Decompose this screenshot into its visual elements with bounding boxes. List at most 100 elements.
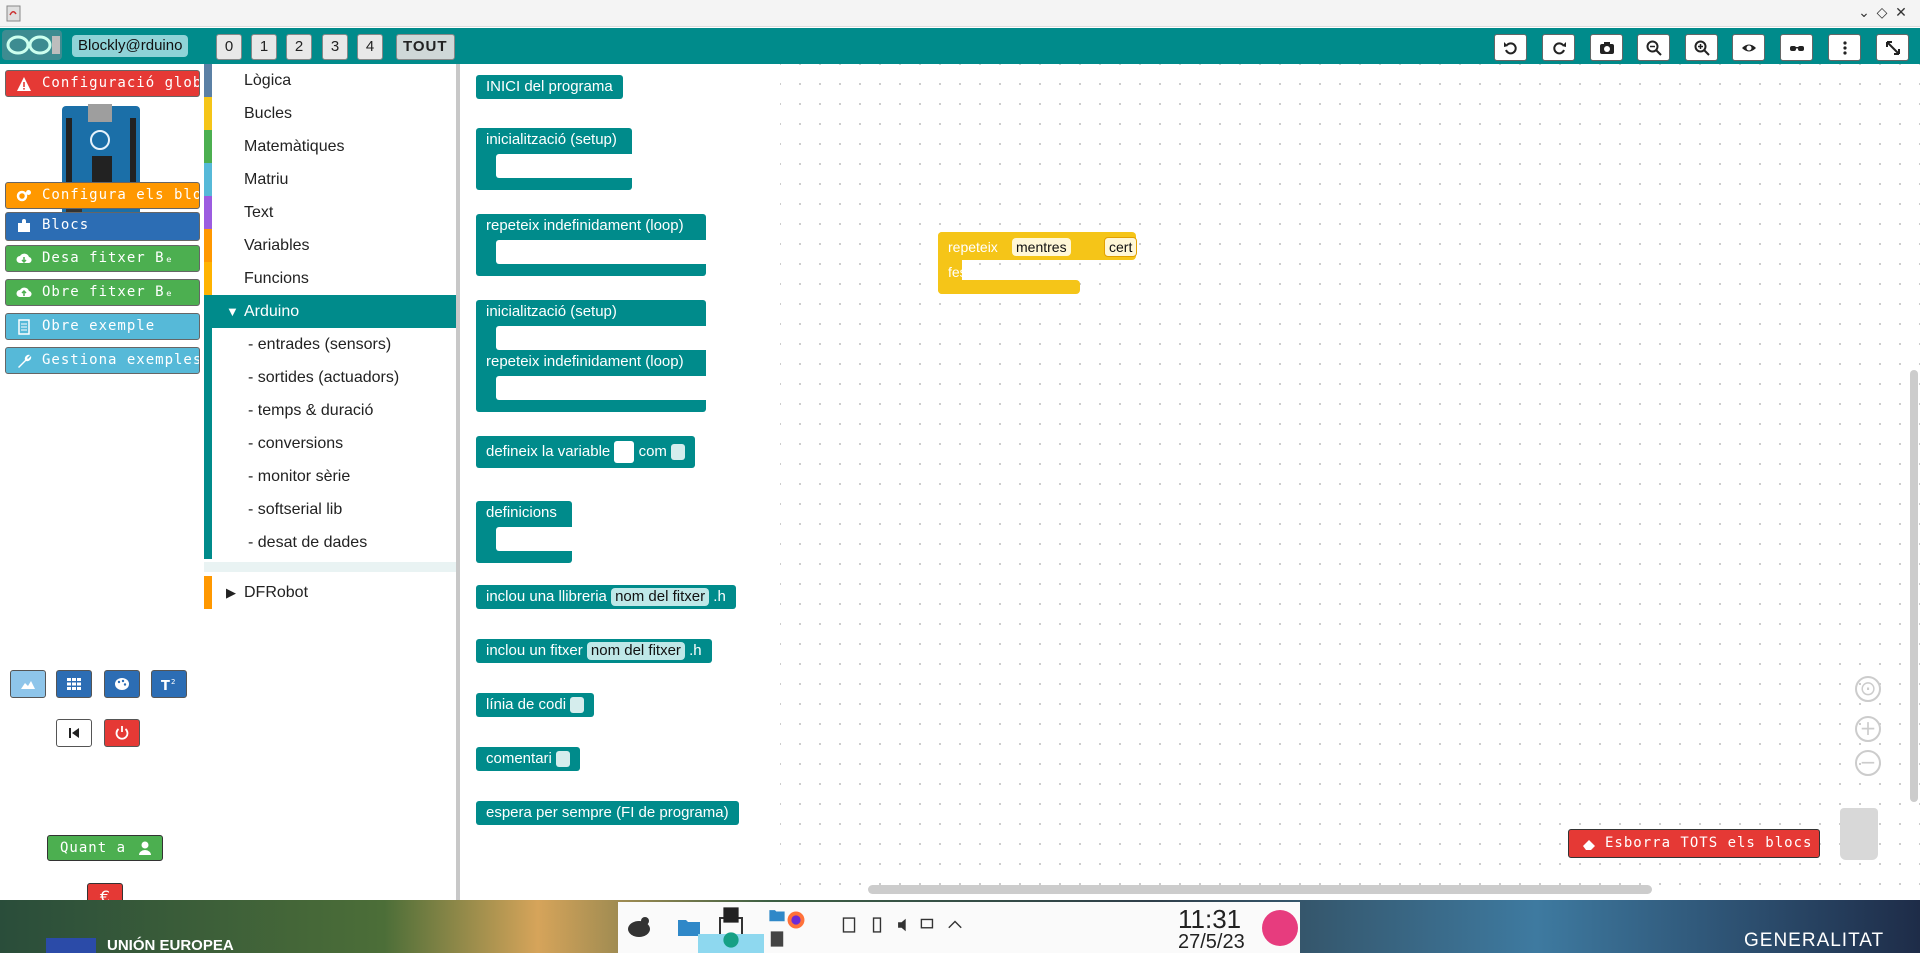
code-socket[interactable]	[570, 697, 585, 714]
main-toolbar: Blockly@rduino 0 1 2 3 4 TOUT	[0, 28, 1920, 64]
category-matriu[interactable]: Matriu	[204, 163, 456, 196]
block-inici-programa[interactable]: INICI del programa	[476, 75, 623, 99]
terminal-icon[interactable]	[722, 906, 740, 924]
library-name-field[interactable]: nom del fitxer	[611, 588, 710, 606]
view-code-button[interactable]	[1780, 34, 1813, 61]
subcategory-entrades[interactable]: - entrades (sensors)	[204, 328, 456, 361]
category-arduino[interactable]: ▼ Arduino	[204, 295, 456, 328]
block-inclou-fitxer[interactable]: inclou un fitxer nom del fitxer .h	[476, 639, 712, 663]
fullscreen-button[interactable]	[1876, 34, 1909, 61]
zoom-out-icon	[1646, 40, 1662, 56]
folder-icon[interactable]	[768, 906, 786, 924]
mode-image-button[interactable]	[10, 670, 46, 698]
block-defineix-variable[interactable]: defineix la variable com	[476, 436, 696, 468]
open-file-button[interactable]: Obre fitxer Bₑ	[5, 279, 200, 306]
variable-socket[interactable]	[614, 441, 635, 464]
open-example-button[interactable]: Obre exemple	[5, 313, 200, 340]
category-text[interactable]: Text	[204, 196, 456, 229]
tab-4[interactable]: 4	[357, 34, 383, 60]
theme-button[interactable]	[104, 670, 140, 698]
expanded-triangle-icon: ▼	[226, 304, 239, 319]
calculator-icon[interactable]	[768, 930, 786, 948]
file-name-field[interactable]: nom del fitxer	[586, 642, 685, 660]
app-logo: Blockly@rduino	[2, 30, 202, 62]
app-title: Blockly@rduino	[72, 35, 189, 57]
save-file-button[interactable]: Desa fitxer Bₑ	[5, 245, 200, 272]
network-icon[interactable]	[920, 916, 938, 934]
screenshot-button[interactable]	[1590, 34, 1623, 61]
chevron-up-icon[interactable]	[946, 916, 964, 934]
user-icon	[139, 841, 151, 855]
subcategory-temps[interactable]: - temps & duració	[204, 394, 456, 427]
usb-icon[interactable]	[868, 916, 886, 934]
redo-button[interactable]	[1542, 34, 1575, 61]
value-socket[interactable]	[671, 444, 686, 461]
condition-true-dropdown[interactable]: cert	[1104, 237, 1138, 257]
close-button[interactable]: ✕	[1890, 3, 1912, 23]
preview-button[interactable]	[1732, 34, 1765, 61]
blocks-button[interactable]: Blocs	[5, 212, 200, 241]
cloud-download-icon	[16, 253, 32, 264]
power-button[interactable]	[104, 719, 140, 747]
zoom-out-button[interactable]	[1637, 34, 1670, 61]
category-matematiques[interactable]: Matemàtiques	[204, 130, 456, 163]
firefox-icon[interactable]	[786, 910, 806, 930]
erase-all-button[interactable]: Esborra TOTS els blocs	[1568, 829, 1820, 858]
about-button[interactable]: Quant a	[47, 835, 163, 861]
while-dropdown[interactable]: mentres	[1012, 238, 1071, 256]
category-variables[interactable]: Variables	[204, 229, 456, 262]
arduino-app-icon[interactable]	[722, 931, 740, 949]
tab-2[interactable]: 2	[286, 34, 312, 60]
block-setup-loop[interactable]: inicialització (setup) repeteix indefini…	[476, 300, 706, 412]
category-logica[interactable]: Lògica	[204, 64, 456, 97]
undo-icon	[1504, 42, 1517, 55]
global-config-button[interactable]: Configuració global	[5, 70, 200, 97]
undo-button[interactable]	[1494, 34, 1527, 61]
toolbox-separator	[204, 562, 456, 572]
subcategory-monitor-serie[interactable]: - monitor sèrie	[204, 460, 456, 493]
tab-3[interactable]: 3	[322, 34, 348, 60]
subcategory-softserial[interactable]: - softserial lib	[204, 493, 456, 526]
mode-grid-button[interactable]	[56, 670, 92, 698]
text-size-button[interactable]: T2	[151, 670, 187, 698]
text-size-icon: T2	[161, 678, 175, 691]
horizontal-scrollbar[interactable]	[868, 885, 1652, 894]
subcategory-sortides[interactable]: - sortides (actuadors)	[204, 361, 456, 394]
more-options-button[interactable]	[1828, 34, 1861, 61]
block-comentari[interactable]: comentari	[476, 747, 581, 771]
category-bucles[interactable]: Bucles	[204, 97, 456, 130]
gears-icon	[16, 190, 31, 202]
zoom-in-button[interactable]	[1685, 34, 1718, 61]
dock: 11:31 27/5/23	[618, 902, 1300, 953]
clipboard-icon[interactable]	[840, 916, 858, 934]
block-inclou-llibreria[interactable]: inclou una llibreria nom del fitxer .h	[476, 585, 736, 609]
trash-can-icon[interactable]	[1840, 808, 1878, 860]
block-definicions[interactable]: definicions	[476, 501, 572, 563]
reset-button[interactable]	[56, 719, 92, 747]
system-menu-icon[interactable]	[626, 914, 652, 940]
category-dfrobot[interactable]: ▶ DFRobot	[204, 576, 456, 609]
recenter-control[interactable]: ⊙	[1855, 676, 1881, 702]
block-espera-sempre[interactable]: espera per sempre (FI de programa)	[476, 801, 739, 825]
manage-examples-button[interactable]: Gestiona exemples	[5, 347, 200, 374]
blockly-workspace[interactable]: repeteix mentres cert fes ⊙ + − Esborra …	[780, 64, 1920, 900]
subcategory-conversions[interactable]: - conversions	[204, 427, 456, 460]
comment-socket[interactable]	[556, 751, 571, 768]
wrench-icon	[18, 354, 32, 368]
block-setup[interactable]: inicialització (setup)	[476, 128, 632, 190]
user-avatar[interactable]	[1262, 910, 1298, 946]
tab-1[interactable]: 1	[251, 34, 277, 60]
tab-0[interactable]: 0	[216, 34, 242, 60]
configure-blocks-label: Configura els blocs	[42, 187, 199, 203]
vertical-scrollbar[interactable]	[1910, 370, 1918, 802]
block-loop[interactable]: repeteix indefinidament (loop)	[476, 214, 706, 276]
configure-blocks-button[interactable]: Configura els blocs	[5, 182, 200, 209]
subcategory-desat-dades[interactable]: - desat de dades	[204, 526, 456, 559]
tab-tout[interactable]: TOUT	[396, 34, 455, 60]
category-funcions[interactable]: Funcions	[204, 262, 456, 295]
block-flyout: INICI del programa inicialització (setup…	[460, 64, 780, 900]
block-linia-codi[interactable]: línia de codi	[476, 693, 595, 717]
workspace-zoom-out-control[interactable]: −	[1855, 750, 1881, 776]
volume-icon[interactable]	[896, 916, 914, 934]
workspace-zoom-in-control[interactable]: +	[1855, 716, 1881, 742]
